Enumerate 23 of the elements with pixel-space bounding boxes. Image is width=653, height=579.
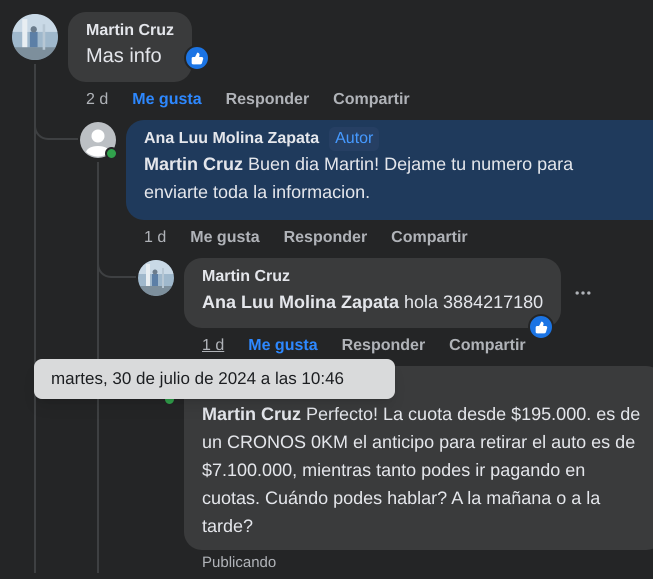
share-button[interactable]: Compartir: [449, 334, 526, 358]
like-reaction-icon[interactable]: [184, 45, 210, 71]
time-link[interactable]: 2 d: [86, 91, 108, 108]
reply-button[interactable]: Responder: [342, 334, 426, 358]
author-name[interactable]: Martin Cruz: [86, 19, 174, 43]
time-link[interactable]: 1 d: [144, 229, 166, 246]
posting-status: Publicando: [202, 553, 278, 573]
comment-text: Martin Cruz Buen dia Martin! Dejame tu numero para enviarte toda la informacion.: [144, 153, 574, 204]
like-button[interactable]: Me gusta: [132, 88, 202, 112]
reply-button[interactable]: Responder: [226, 88, 310, 112]
reply-button[interactable]: Responder: [284, 226, 368, 250]
author-name[interactable]: Ana Luu Molina Zapata: [144, 127, 320, 151]
share-button[interactable]: Compartir: [333, 88, 410, 112]
comment-text: Martin Cruz Perfecto! La cuota desde $195.000. es de un CRONOS 0KM el anticipo para retirar el auto es de $7.100.000, mientras tanto podes ir pagando en cuotas. Cuándo podes hablar? A la mañana o a la tarde?: [202, 403, 642, 538]
author-name[interactable]: Martin Cruz: [202, 265, 290, 289]
comment-text: Ana Luu Molina Zapata hola 3884217180: [202, 291, 544, 314]
time-link[interactable]: 1 d: [202, 337, 224, 354]
author-badge: Autor: [329, 127, 380, 151]
comment-text: Mas info: [86, 44, 163, 69]
date-tooltip: martes, 30 de julio de 2024 a las 10:46: [34, 359, 395, 399]
like-button[interactable]: Me gusta: [248, 334, 318, 358]
like-button[interactable]: Me gusta: [190, 226, 260, 250]
share-button[interactable]: Compartir: [391, 226, 468, 250]
